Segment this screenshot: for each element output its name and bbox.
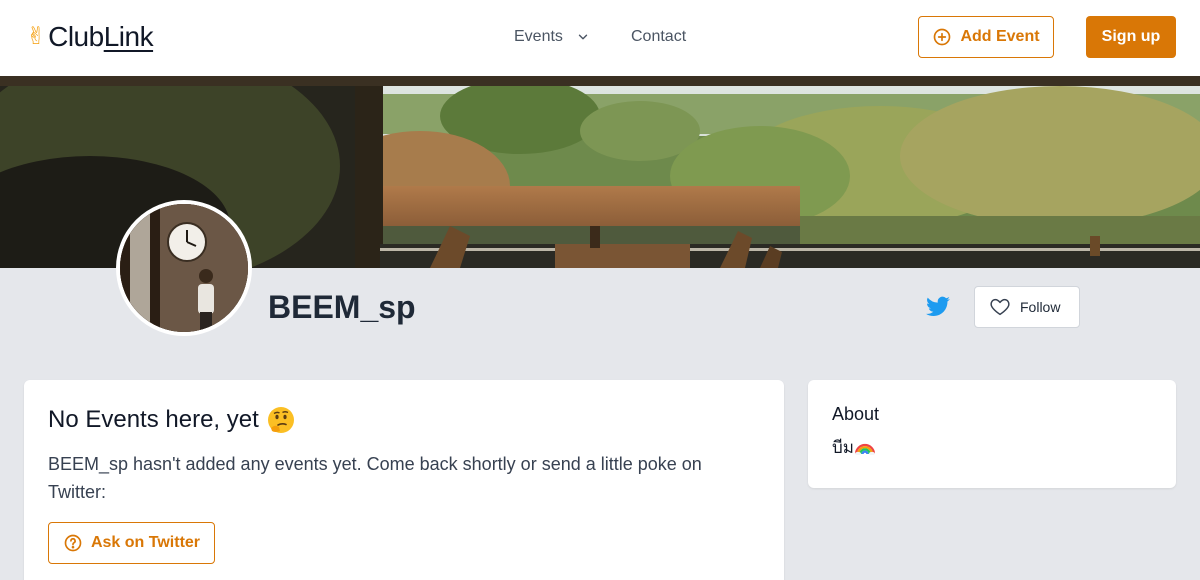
- add-event-button[interactable]: Add Event: [918, 16, 1054, 58]
- nav-contact-label: Contact: [631, 28, 687, 45]
- ask-on-twitter-label: Ask on Twitter: [90, 534, 201, 551]
- profile-avatar: [116, 200, 252, 336]
- sign-up-label: Sign up: [1101, 28, 1161, 45]
- top-navigation-bar: ✌ ClubLink Events Contact Add Event Sign…: [0, 0, 1200, 76]
- sign-up-button[interactable]: Sign up: [1086, 16, 1176, 58]
- events-empty-message: BEEM_sp hasn't added any events yet. Com…: [48, 454, 702, 502]
- thinking-face-icon: [267, 407, 294, 433]
- avatar-photo: [120, 204, 248, 332]
- victory-hand-icon: ✌: [26, 23, 47, 50]
- about-title: About: [832, 404, 880, 424]
- follow-label: Follow: [1020, 299, 1061, 315]
- follow-button[interactable]: Follow: [974, 286, 1080, 328]
- logo-text-prefix: Club: [48, 21, 104, 52]
- nav-events-label: Events: [514, 28, 563, 45]
- nav-events-dropdown[interactable]: Events: [514, 26, 590, 48]
- events-title: No Events here, yet: [48, 404, 760, 436]
- rainbow-icon: [855, 443, 875, 455]
- nav-contact-link[interactable]: Contact: [631, 26, 686, 48]
- about-card: About บีม: [808, 380, 1176, 488]
- question-circle-icon: [64, 534, 82, 552]
- events-title-text: No Events here, yet: [48, 406, 259, 433]
- ask-on-twitter-button[interactable]: Ask on Twitter: [48, 522, 215, 564]
- add-event-label: Add Event: [960, 28, 1040, 45]
- heart-icon: [990, 298, 1010, 316]
- about-body: บีม: [832, 436, 1152, 460]
- events-card: No Events here, yet BEEM_sp hasn't added…: [24, 380, 784, 580]
- twitter-icon[interactable]: [925, 294, 951, 320]
- profile-name: BEEM_sp: [268, 289, 416, 325]
- chevron-down-icon: [578, 34, 588, 40]
- main-nav: Events Contact: [514, 26, 686, 48]
- about-body-text: บีม: [832, 438, 854, 457]
- logo-text: ClubLink: [48, 20, 153, 54]
- clublink-logo[interactable]: ✌ ClubLink: [26, 20, 154, 54]
- plus-circle-icon: [934, 28, 951, 46]
- logo-text-suffix: Link: [103, 21, 154, 52]
